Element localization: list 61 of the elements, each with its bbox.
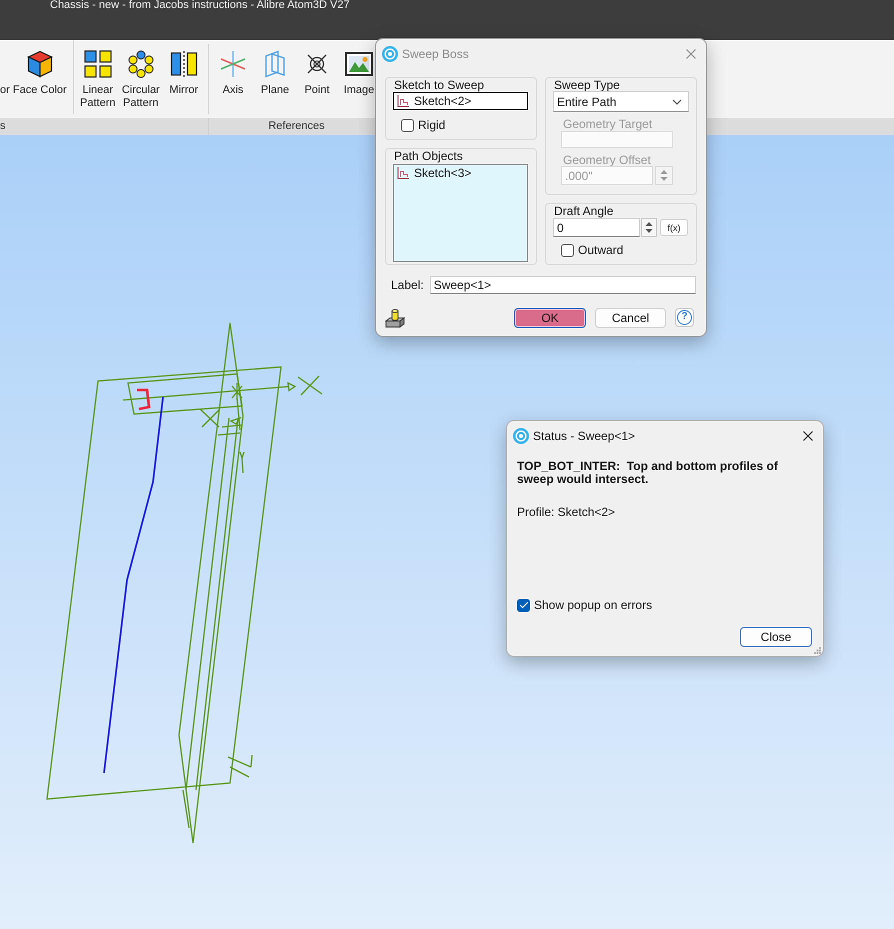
mirror-icon [170, 50, 198, 78]
axis-lines-icon [219, 50, 247, 78]
help-button[interactable]: ? [675, 308, 694, 327]
close-icon [803, 431, 813, 441]
cross-marker-icon [200, 408, 220, 428]
error-message: TOP_BOT_INTER: Top and bottom profiles of sweep would intersect. [517, 460, 779, 486]
detail-text: Profile: Sketch<2> [517, 506, 616, 519]
checkbox[interactable] [401, 118, 414, 132]
corner-triad-drawing [228, 754, 253, 778]
path-list[interactable]: Sketch<3> [393, 164, 528, 262]
sketch-field[interactable]: Sketch<2> [393, 92, 528, 110]
ribbon-button[interactable]: Circular Pattern [118, 40, 163, 110]
list-item[interactable]: Sketch<3> [397, 166, 524, 180]
sweep-type-dropdown[interactable]: Entire Path [553, 91, 689, 112]
field-label: Geometry Offset [563, 153, 651, 167]
ribbon-button[interactable]: Mirror [162, 40, 205, 97]
field-label: Geometry Target [563, 117, 652, 131]
circle-ring-icon [126, 50, 155, 78]
label-field[interactable]: Sweep<1> [430, 276, 696, 294]
profile-sketch [137, 388, 150, 410]
up-down-arrows-icon [645, 221, 653, 234]
draft-angle-field[interactable]: 0 [553, 218, 640, 237]
checkbox[interactable] [517, 598, 530, 612]
picture-icon [345, 50, 373, 78]
sketch-icon [397, 95, 409, 107]
group-label: Path Objects [394, 149, 463, 163]
up-down-arrows-icon [660, 169, 668, 182]
group-label: Sketch to Sweep [394, 78, 484, 92]
checkbox-label: Show popup on errors [534, 598, 652, 612]
ribbon-group-label: s [0, 120, 6, 132]
ribbon-button[interactable]: Axis [212, 40, 254, 97]
grid-squares-icon [84, 50, 112, 78]
cancel-button[interactable]: Cancel [595, 308, 666, 328]
close-icon [686, 48, 696, 58]
checkbox-label: Outward [578, 243, 624, 257]
checkbox-label: Rigid [418, 118, 446, 132]
cross-marker-icon [298, 376, 322, 396]
chevron-down-icon [672, 98, 682, 104]
ribbon-group-label: References [268, 120, 325, 132]
close-button[interactable]: Close [740, 627, 812, 647]
ribbon-button[interactable]: Face Color [10, 40, 70, 97]
checkbox[interactable] [561, 244, 574, 256]
ring-logo-icon [513, 428, 529, 444]
dialog-title: Sweep Boss [402, 46, 469, 60]
cylinder-block-icon [385, 308, 405, 328]
spin-button[interactable] [641, 218, 657, 237]
group-label: Sweep Type [554, 78, 620, 92]
field-label: Label: [391, 278, 424, 292]
cube-icon [26, 50, 54, 78]
formula-button[interactable]: f(x) [660, 219, 688, 236]
group-label: Draft Angle [554, 204, 614, 218]
ribbon-button[interactable]: or [0, 84, 10, 97]
ribbon-button[interactable]: Linear Pattern [76, 40, 119, 110]
ribbon-button[interactable]: Plane [254, 40, 296, 97]
sketch-icon [397, 167, 409, 179]
dialog-title: Status - Sweep<1> [533, 429, 636, 443]
ribbon-button[interactable]: Point [296, 40, 338, 97]
window-title: Chassis - new - from Jacobs instructions - Alibre Atom3D V27 [50, 0, 350, 11]
ok-button[interactable]: OK [514, 308, 586, 328]
ring-logo-icon [382, 46, 398, 62]
resize-grip-icon [814, 647, 821, 654]
